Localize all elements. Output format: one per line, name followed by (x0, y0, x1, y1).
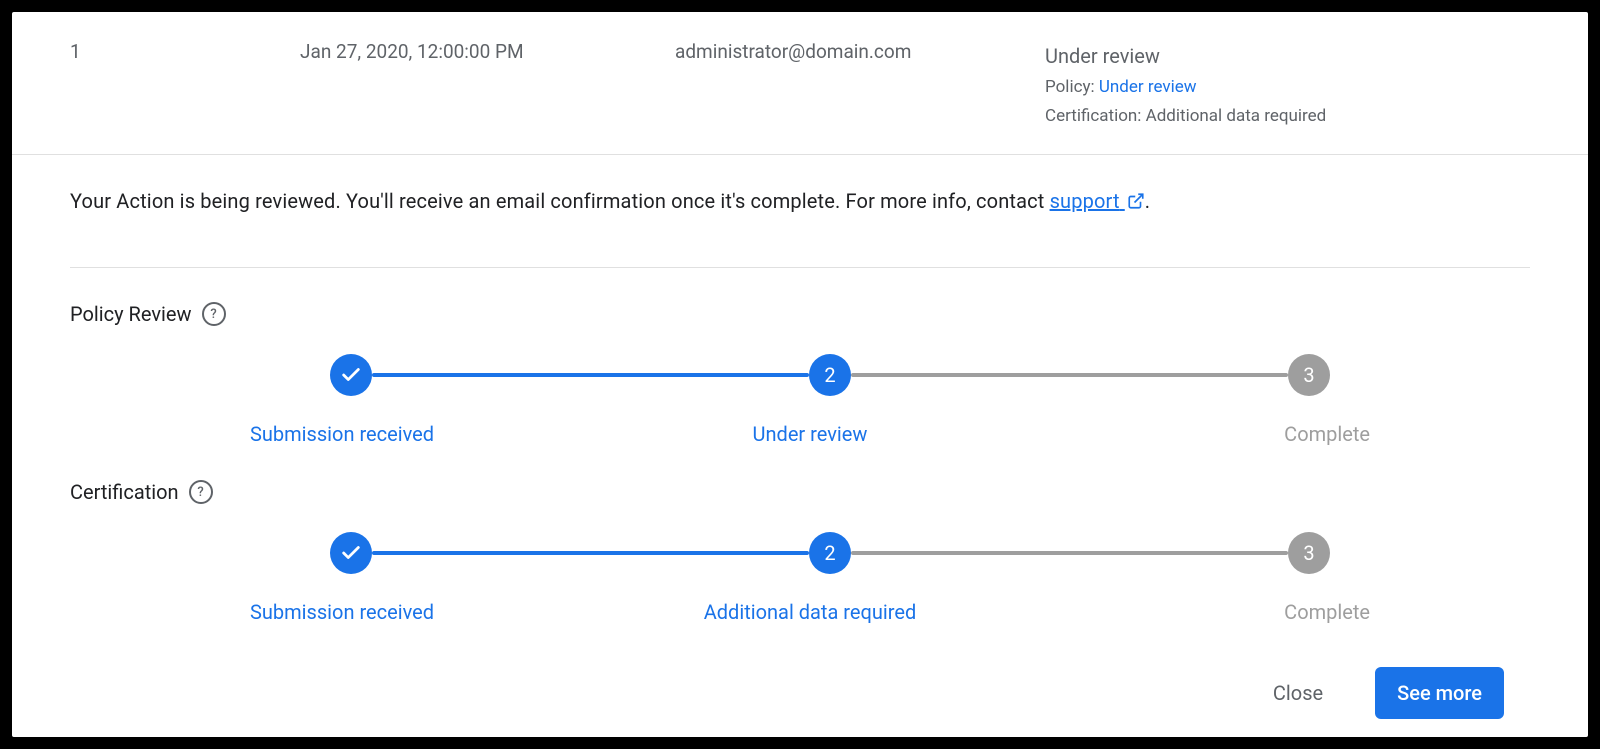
submission-row: 1 Jan 27, 2020, 12:00:00 PM administrato… (12, 12, 1588, 155)
review-notice: Your Action is being reviewed. You'll re… (70, 189, 1530, 213)
status-policy-label: Policy: (1045, 77, 1099, 97)
connector-2-3 (851, 551, 1288, 555)
step-1-label: Submission received (250, 422, 623, 446)
notice-text-before: Your Action is being reviewed. You'll re… (70, 189, 1050, 213)
step-2-label: Additional data required (623, 600, 996, 624)
connector-1-2 (372, 551, 809, 555)
status-policy: Policy: Under review (1045, 74, 1568, 101)
step-3-circle: 3 (1288, 354, 1330, 396)
step-3-label: Complete (997, 600, 1370, 624)
status-certification: Certification: Additional data required (1045, 103, 1568, 130)
step-3-label: Complete (997, 422, 1370, 446)
footer-actions: Close See more (1267, 667, 1504, 719)
notice-text-after: . (1145, 189, 1150, 213)
certification-stepper: 2 3 Submission received Additional data … (70, 532, 1530, 624)
submission-email: administrator@domain.com (675, 40, 1045, 63)
step-1-circle (330, 532, 372, 574)
policy-review-title: Policy Review (70, 302, 192, 326)
certification-title: Certification (70, 480, 179, 504)
status-main: Under review (1045, 40, 1568, 72)
step-2-circle: 2 (809, 532, 851, 574)
help-icon[interactable]: ? (202, 302, 226, 326)
check-icon (340, 364, 362, 386)
connector-1-2 (372, 373, 809, 377)
policy-review-heading: Policy Review ? (70, 302, 1530, 326)
step-2-circle: 2 (809, 354, 851, 396)
review-panel: 1 Jan 27, 2020, 12:00:00 PM administrato… (12, 12, 1588, 737)
step-3-circle: 3 (1288, 532, 1330, 574)
policy-review-stepper: 2 3 Submission received Under review Com… (70, 354, 1530, 446)
connector-2-3 (851, 373, 1288, 377)
step-2-label: Under review (623, 422, 996, 446)
external-link-icon (1127, 192, 1145, 210)
submission-id: 1 (70, 40, 300, 63)
support-link[interactable]: support (1050, 189, 1145, 213)
status-policy-link[interactable]: Under review (1099, 77, 1197, 97)
submission-status: Under review Policy: Under review Certif… (1045, 40, 1568, 130)
certification-heading: Certification ? (70, 480, 1530, 504)
panel-body: Your Action is being reviewed. You'll re… (12, 155, 1588, 648)
step-1-circle (330, 354, 372, 396)
step-1-label: Submission received (250, 600, 623, 624)
close-button[interactable]: Close (1267, 671, 1329, 715)
see-more-button[interactable]: See more (1375, 667, 1504, 719)
help-icon[interactable]: ? (189, 480, 213, 504)
submission-date: Jan 27, 2020, 12:00:00 PM (300, 40, 675, 63)
divider (70, 267, 1530, 268)
check-icon (340, 542, 362, 564)
